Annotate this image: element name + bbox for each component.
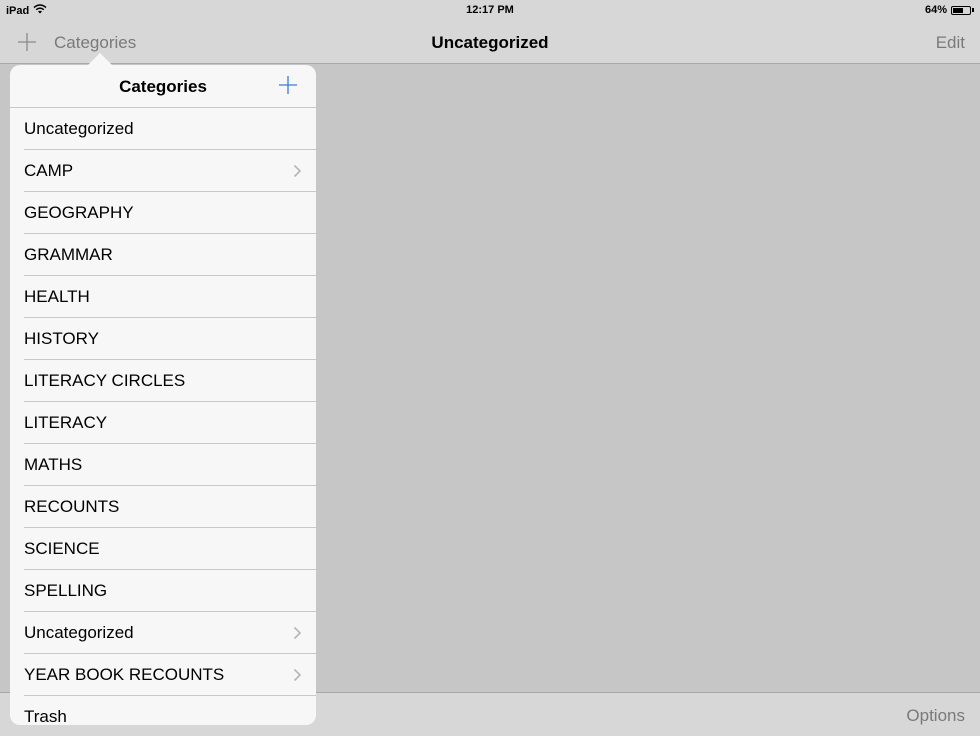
popover-title: Categories xyxy=(119,77,207,96)
category-label: HEALTH xyxy=(24,287,90,306)
category-label: HISTORY xyxy=(24,329,99,348)
nav-bar: Categories Uncategorized Edit xyxy=(0,20,980,64)
category-label: Uncategorized xyxy=(24,623,134,642)
category-row[interactable]: SCIENCE xyxy=(10,528,316,570)
category-label: MATHS xyxy=(24,455,83,474)
battery-icon xyxy=(951,5,971,15)
battery-tip xyxy=(972,8,974,12)
category-label: RECOUNTS xyxy=(24,497,120,516)
category-row[interactable]: Uncategorized xyxy=(10,108,316,150)
battery-percent: 64% xyxy=(924,4,947,16)
page-title: Uncategorized xyxy=(431,33,549,52)
chevron-right-icon xyxy=(293,626,302,640)
category-label: LITERACY CIRCLES xyxy=(24,371,186,390)
status-time: 12:17 PM xyxy=(466,4,514,16)
category-row[interactable]: LITERACY xyxy=(10,402,316,444)
category-row[interactable]: HISTORY xyxy=(10,318,316,360)
category-row[interactable]: RECOUNTS xyxy=(10,486,316,528)
chevron-right-icon xyxy=(293,164,302,178)
category-label: GEOGRAPHY xyxy=(24,203,134,222)
category-row[interactable]: MATHS xyxy=(10,444,316,486)
popover-header: Categories xyxy=(10,65,316,108)
category-label: Trash xyxy=(24,707,67,725)
category-row[interactable]: HEALTH xyxy=(10,276,316,318)
add-category-icon[interactable] xyxy=(278,75,298,95)
status-right: 64% xyxy=(925,4,974,16)
category-label: YEAR BOOK RECOUNTS xyxy=(24,665,225,684)
category-label: GRAMMAR xyxy=(24,245,113,264)
category-row[interactable]: YEAR BOOK RECOUNTS xyxy=(10,654,316,696)
options-button[interactable]: Options xyxy=(906,706,965,726)
category-row[interactable]: SPELLING xyxy=(10,570,316,612)
category-label: CAMP xyxy=(24,161,74,180)
category-row[interactable]: Trash xyxy=(10,696,316,725)
category-row[interactable]: Uncategorized xyxy=(10,612,316,654)
category-label: Uncategorized xyxy=(24,119,134,138)
category-label: SPELLING xyxy=(24,581,108,600)
status-bar: iPad 12:17 PM 64% xyxy=(0,0,980,20)
category-row[interactable]: CAMP xyxy=(10,150,316,192)
category-label: LITERACY xyxy=(24,413,108,432)
category-list: Uncategorized CAMP GEOGRAPHY GRAMMAR HEALTH H… xyxy=(10,108,316,725)
chevron-right-icon xyxy=(293,668,302,682)
battery-fill xyxy=(953,7,963,13)
category-row[interactable]: GEOGRAPHY xyxy=(10,192,316,234)
category-row[interactable]: GRAMMAR xyxy=(10,234,316,276)
category-row[interactable]: LITERACY CIRCLES xyxy=(10,360,316,402)
categories-popover: Categories Uncategorized CAMP GEOGRAPHY GRA… xyxy=(10,65,316,725)
edit-button[interactable]: Edit xyxy=(936,33,965,53)
category-label: SCIENCE xyxy=(24,539,100,558)
